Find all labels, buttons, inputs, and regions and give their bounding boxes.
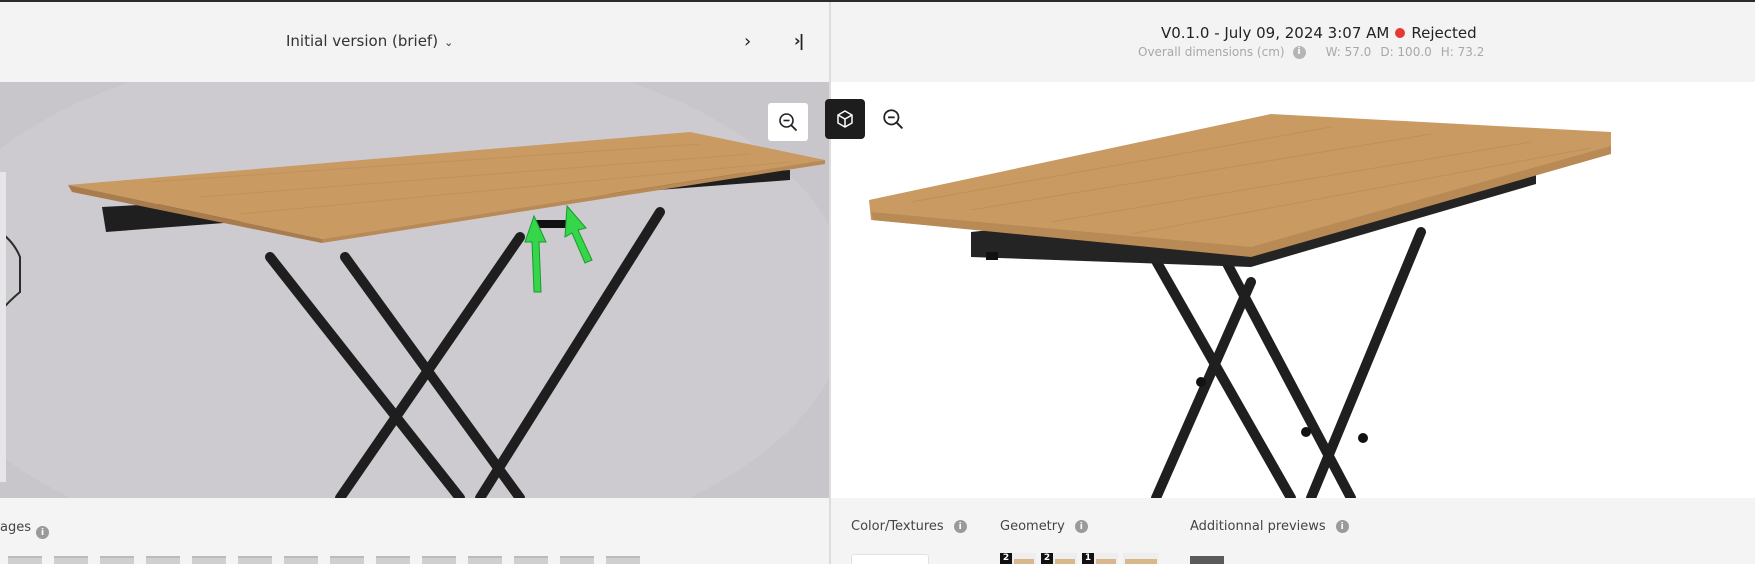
dimension-width: W: 57.0: [1325, 45, 1372, 59]
geometry-thumbnail[interactable]: 1: [1082, 553, 1118, 564]
cube-icon: [837, 110, 853, 128]
geometry-label: Geometry: [1000, 519, 1065, 534]
reference-photo: [0, 82, 829, 498]
texture-swatch[interactable]: [851, 554, 929, 564]
reference-thumbnail[interactable]: [560, 556, 594, 564]
reference-thumbnail[interactable]: [422, 556, 456, 564]
reference-images-section: [0, 498, 829, 564]
version-dropdown-label: Initial version (brief): [286, 32, 439, 50]
chevron-down-icon: ⌄: [444, 35, 454, 49]
geometry-count-badge: 2: [1041, 553, 1053, 564]
version-info: V0.1.0 - July 09, 2024 3:07 AM Rejected: [1161, 24, 1477, 42]
dimension-depth: D: 100.0: [1380, 45, 1432, 59]
status-badge: Rejected: [1411, 24, 1477, 42]
reference-thumbnail[interactable]: [238, 556, 272, 564]
reference-header: Initial version (brief) ⌄ › ›|: [0, 2, 829, 82]
geometry-count-badge: 2: [1000, 553, 1012, 564]
zoom-out-icon: [779, 113, 797, 131]
geometry-section: Geometry i: [1000, 519, 1088, 534]
geometry-preview: [1096, 559, 1116, 564]
version-panel: V0.1.0 - July 09, 2024 3:07 AM Rejected …: [831, 2, 1755, 564]
reference-images-label: ages: [0, 520, 31, 535]
reference-thumbnail[interactable]: [8, 556, 42, 564]
reference-thumbnail[interactable]: [330, 556, 364, 564]
color-textures-label: Color/Textures: [851, 519, 944, 534]
info-icon[interactable]: i: [1335, 520, 1349, 533]
reference-thumbnail[interactable]: [192, 556, 226, 564]
zoom-out-button-reference[interactable]: [768, 103, 808, 141]
additional-previews-section: Additionnal previews i: [1190, 519, 1349, 534]
geometry-preview: [1125, 559, 1157, 564]
reference-thumbnail[interactable]: [606, 556, 640, 564]
color-textures-section: Color/Textures i: [851, 519, 967, 534]
reference-thumbnail[interactable]: [54, 556, 88, 564]
geometry-thumbnail[interactable]: 2: [1041, 553, 1077, 564]
zoom-out-icon: [883, 109, 903, 129]
reference-panel: Initial version (brief) ⌄ › ›|: [0, 2, 829, 564]
dimension-height: H: 73.2: [1440, 45, 1485, 59]
version-title: V0.1.0 - July 09, 2024 3:07 AM: [1161, 24, 1390, 42]
render-preview: [831, 82, 1755, 498]
geometry-preview: [1014, 559, 1034, 564]
geometry-preview: [1055, 559, 1075, 564]
table-render-illustration: [869, 114, 1611, 498]
info-icon[interactable]: i: [36, 522, 49, 541]
table-photo-illustration: [0, 82, 829, 498]
geometry-thumbnail[interactable]: [1123, 553, 1159, 564]
reference-thumbnail[interactable]: [514, 556, 548, 564]
info-icon[interactable]: i: [953, 520, 967, 533]
version-dropdown[interactable]: Initial version (brief) ⌄: [286, 32, 453, 50]
dimensions-info: Overall dimensions (cm) i W: 57.0 D: 100…: [1138, 45, 1484, 59]
version-header: V0.1.0 - July 09, 2024 3:07 AM Rejected …: [831, 2, 1755, 82]
reference-thumbnail[interactable]: [146, 556, 180, 564]
view-3d-button[interactable]: [825, 99, 865, 139]
reference-thumbnail[interactable]: [284, 556, 318, 564]
additional-previews-label: Additionnal previews: [1190, 519, 1326, 534]
reference-thumbnail[interactable]: [376, 556, 410, 564]
reference-thumbnail[interactable]: [468, 556, 502, 564]
geometry-count-badge: 1: [1082, 553, 1094, 564]
dimensions-label: Overall dimensions (cm): [1138, 45, 1285, 59]
additional-preview-thumbnail[interactable]: [1190, 556, 1224, 564]
zoom-out-button-render[interactable]: [876, 101, 910, 137]
status-dot: [1395, 28, 1406, 38]
reference-thumbnails: [8, 556, 640, 564]
next-version-button[interactable]: ›: [744, 31, 751, 52]
info-icon[interactable]: i: [1292, 45, 1306, 59]
geometry-thumbnail[interactable]: 2: [1000, 553, 1036, 564]
info-icon[interactable]: i: [1074, 520, 1088, 533]
reference-thumbnail[interactable]: [100, 556, 134, 564]
last-version-button[interactable]: ›|: [794, 31, 805, 50]
